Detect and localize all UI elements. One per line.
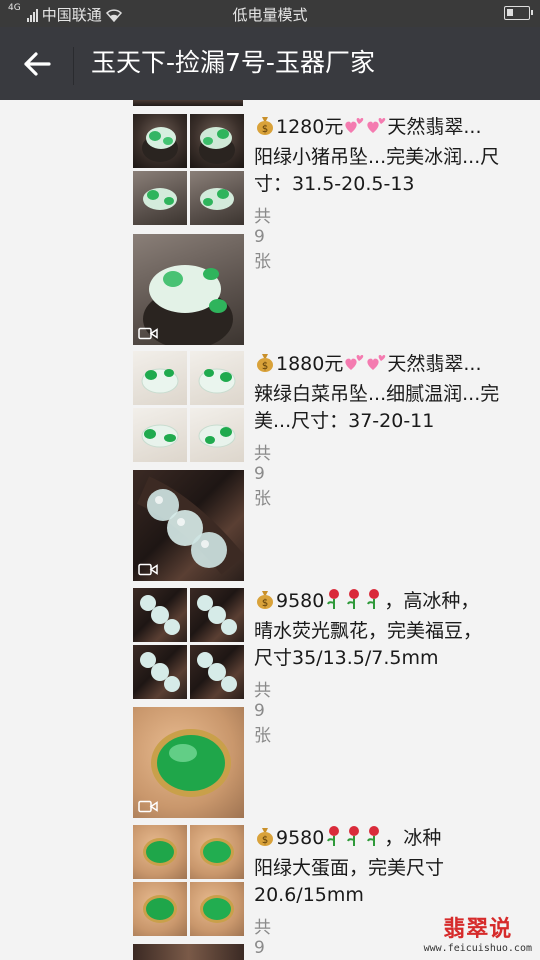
post-price: 1280元 [276, 116, 344, 138]
svg-text:$: $ [262, 835, 268, 846]
post-text-line: 美...尺寸：37-20-11 [254, 410, 435, 432]
battery-icon [504, 6, 533, 20]
arrow-left-icon[interactable] [22, 49, 52, 79]
post-text-line: 辣绿白菜吊坠...细腻温润...完 [254, 383, 500, 405]
video-thumbnail[interactable] [133, 707, 244, 818]
title-bar: 玉天下-捡漏7号-玉器厂家 [0, 27, 540, 100]
svg-text:$: $ [262, 361, 268, 372]
photo-count: 共9张 [254, 207, 271, 272]
photo-count: 共9张 [254, 444, 271, 509]
photo-count: 共9张 [254, 918, 271, 958]
post-text-line: 尺寸35/13.5/7.5mm [254, 647, 439, 669]
video-thumbnail[interactable] [133, 470, 244, 581]
photo-thumbnail[interactable] [133, 408, 187, 462]
photo-thumbnail[interactable] [190, 408, 244, 462]
photo-grid[interactable] [133, 825, 244, 936]
photo-thumbnail[interactable] [133, 882, 187, 936]
money-bag-icon: $ [254, 114, 276, 144]
post-description: $9580 ，冰种 阳绿大蛋面，完美尺寸 20.6/15mm [254, 825, 522, 909]
post-text-line: 20.6/15mm [254, 884, 364, 906]
photo-thumbnail[interactable] [133, 351, 187, 405]
page-title: 玉天下-捡漏7号-玉器厂家 [91, 48, 375, 77]
post-description: $1880元 天然翡翠... 辣绿白菜吊坠...细腻温润...完 美...尺寸：3… [254, 351, 522, 435]
photo-grid[interactable] [133, 351, 244, 462]
rose-icon [364, 588, 384, 618]
album-feed: $1280元 天然翡翠... 阳绿小猪吊坠...完美冰润...尺 寸：31.5-2… [0, 100, 540, 960]
rose-icon [344, 588, 364, 618]
watermark-title: 翡翠说 [443, 917, 513, 942]
watermark-logo: 翡翠说 www.feicuishuo.com [424, 917, 532, 954]
post-text-line: 晴水荧光飘花，完美福豆， [254, 620, 483, 642]
photo-grid[interactable] [133, 588, 244, 699]
status-bar: 4G 中国联通 低电量模式 [0, 0, 540, 27]
heart-icon [343, 116, 365, 144]
post-text-line: 天然翡翠... [387, 353, 482, 375]
photo-thumbnail[interactable] [133, 114, 187, 168]
low-power-mode-label: 低电量模式 [232, 6, 308, 24]
rose-icon [364, 825, 384, 855]
next-photo-edge[interactable] [133, 944, 244, 960]
video-camera-icon [138, 563, 158, 576]
post-price: 9580 [276, 590, 325, 612]
photo-thumbnail[interactable] [190, 588, 244, 642]
post-description: $9580 ，高冰种， 晴水荧光飘花，完美福豆， 尺寸35/13.5/7.5mm [254, 588, 522, 672]
video-camera-icon [138, 800, 158, 813]
post-text-line: 阳绿小猪吊坠...完美冰润...尺 [254, 146, 500, 168]
money-bag-icon: $ [254, 825, 276, 855]
video-camera-icon [138, 327, 158, 340]
post-price: 9580 [276, 827, 325, 849]
post-text-line: 天然翡翠... [387, 116, 482, 138]
money-bag-icon: $ [254, 351, 276, 381]
rose-icon [324, 588, 344, 618]
photo-count: 共9张 [254, 681, 271, 746]
post-text-line: ，高冰种， [384, 590, 480, 612]
heart-icon [365, 353, 387, 381]
photo-thumbnail[interactable] [190, 825, 244, 879]
watermark-url: www.feicuishuo.com [423, 943, 532, 954]
previous-photo-edge[interactable] [133, 100, 243, 106]
post-text-line: 阳绿大蛋面，完美尺寸 [254, 857, 445, 879]
photo-thumbnail[interactable] [133, 645, 187, 699]
photo-grid[interactable] [133, 114, 244, 225]
photo-thumbnail[interactable] [133, 825, 187, 879]
svg-text:$: $ [262, 124, 268, 135]
photo-thumbnail[interactable] [133, 171, 187, 225]
heart-icon [365, 116, 387, 144]
post-text-line: ，冰种 [384, 827, 442, 849]
heart-icon [343, 353, 365, 381]
video-thumbnail[interactable] [133, 234, 244, 345]
post-text-line: 寸：31.5-20.5-13 [254, 173, 415, 195]
post-price: 1880元 [276, 353, 344, 375]
photo-thumbnail[interactable] [190, 882, 244, 936]
photo-thumbnail[interactable] [190, 171, 244, 225]
title-divider [73, 47, 74, 85]
photo-thumbnail[interactable] [190, 114, 244, 168]
photo-thumbnail[interactable] [190, 351, 244, 405]
rose-icon [344, 825, 364, 855]
money-bag-icon: $ [254, 588, 276, 618]
photo-thumbnail[interactable] [133, 588, 187, 642]
svg-text:$: $ [262, 598, 268, 609]
photo-thumbnail[interactable] [190, 645, 244, 699]
post-description: $1280元 天然翡翠... 阳绿小猪吊坠...完美冰润...尺 寸：31.5-2… [254, 114, 522, 198]
rose-icon [324, 825, 344, 855]
